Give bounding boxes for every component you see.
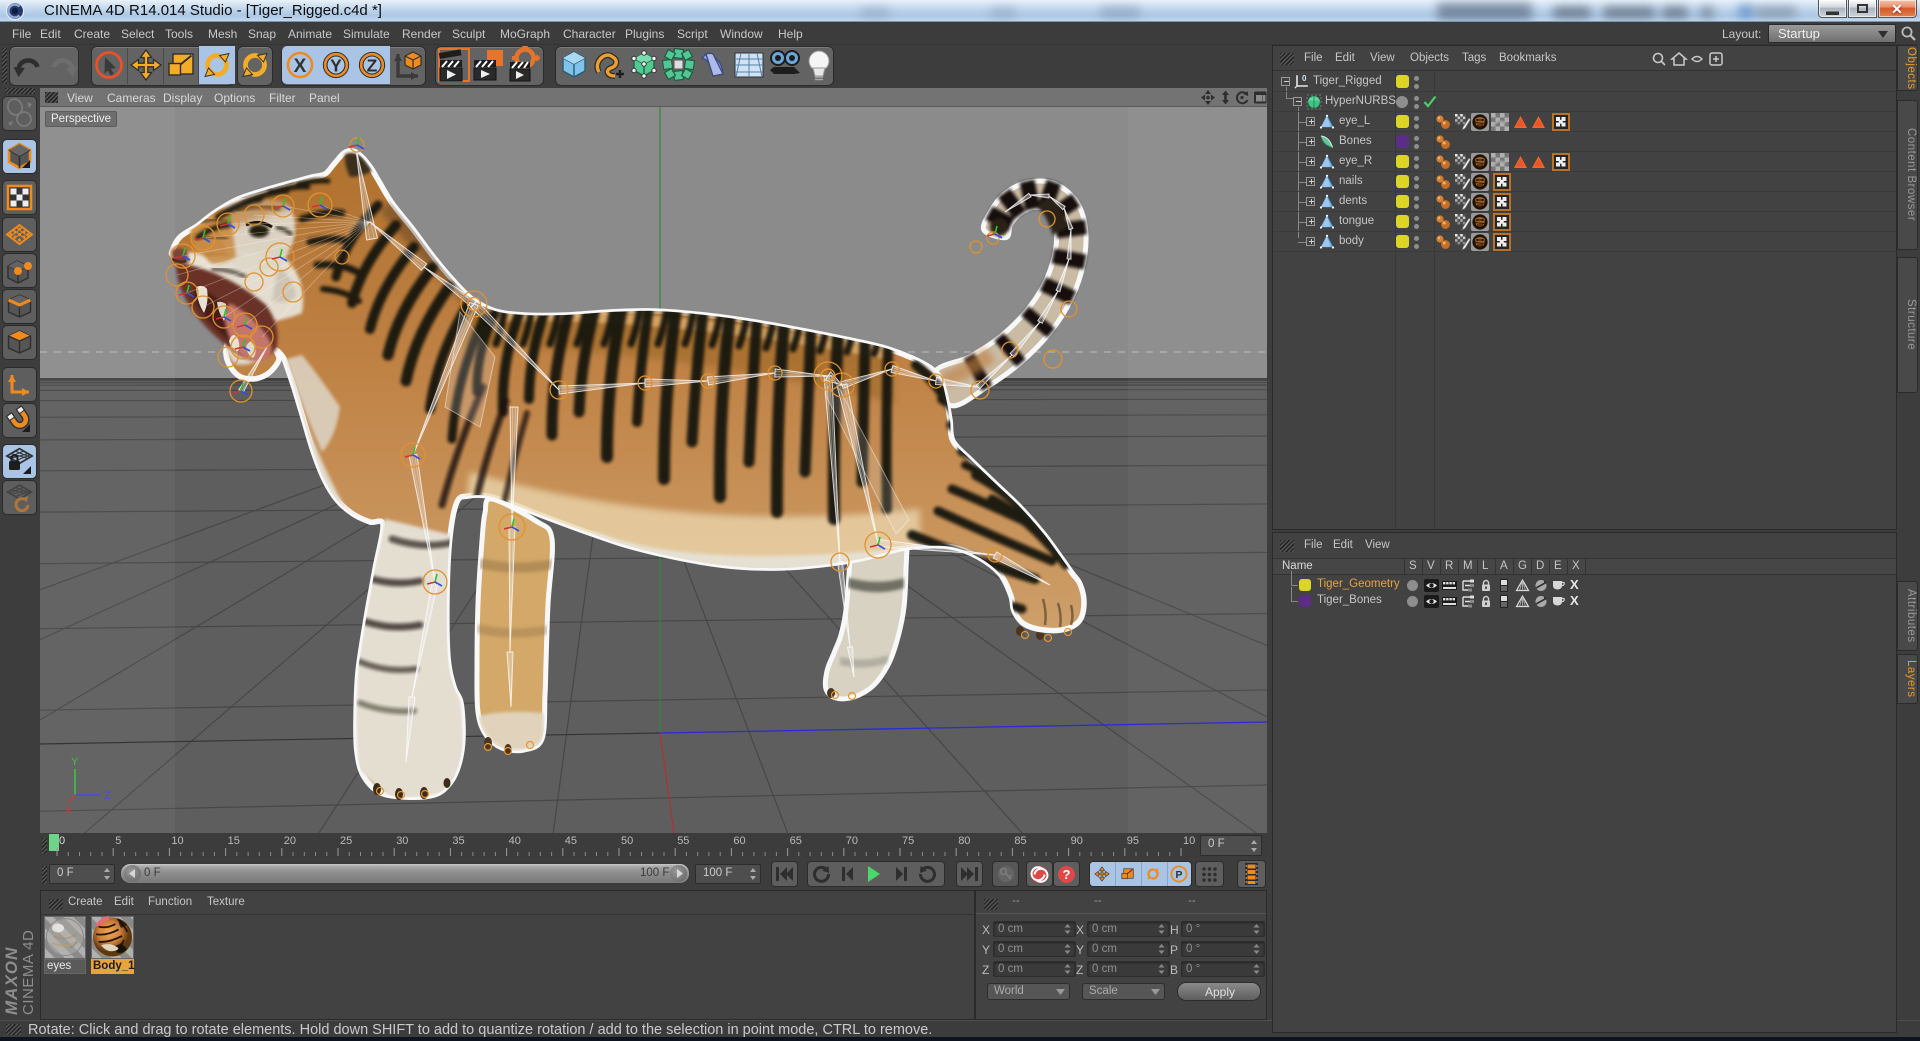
svg-text:P: P: [1176, 870, 1183, 881]
svg-text:Z: Z: [367, 56, 378, 76]
svg-text:Z: Z: [104, 790, 111, 802]
svg-text:40: 40: [509, 835, 521, 847]
svg-text:90: 90: [1071, 835, 1083, 847]
svg-text:Y: Y: [330, 56, 342, 76]
svg-text:X: X: [65, 804, 73, 816]
svg-text:25: 25: [340, 835, 352, 847]
svg-text:Y: Y: [71, 756, 79, 768]
svg-text:20: 20: [284, 835, 296, 847]
svg-text:0: 0: [1302, 74, 1307, 83]
svg-text:85: 85: [1014, 835, 1026, 847]
svg-text:10: 10: [171, 835, 183, 847]
svg-text:?: ?: [1063, 867, 1071, 882]
svg-text:65: 65: [790, 835, 802, 847]
svg-text:0: 0: [59, 835, 65, 847]
svg-text:55: 55: [677, 835, 689, 847]
svg-text:35: 35: [452, 835, 464, 847]
svg-text:45: 45: [565, 835, 577, 847]
svg-text:X: X: [294, 56, 307, 77]
svg-text:75: 75: [902, 835, 914, 847]
svg-text:5: 5: [115, 835, 121, 847]
svg-text:80: 80: [958, 835, 970, 847]
svg-text:50: 50: [621, 835, 633, 847]
svg-text:100: 100: [1183, 835, 1195, 847]
svg-text:60: 60: [733, 835, 745, 847]
svg-text:70: 70: [846, 835, 858, 847]
svg-text:15: 15: [228, 835, 240, 847]
svg-text:95: 95: [1127, 835, 1139, 847]
svg-text:30: 30: [396, 835, 408, 847]
